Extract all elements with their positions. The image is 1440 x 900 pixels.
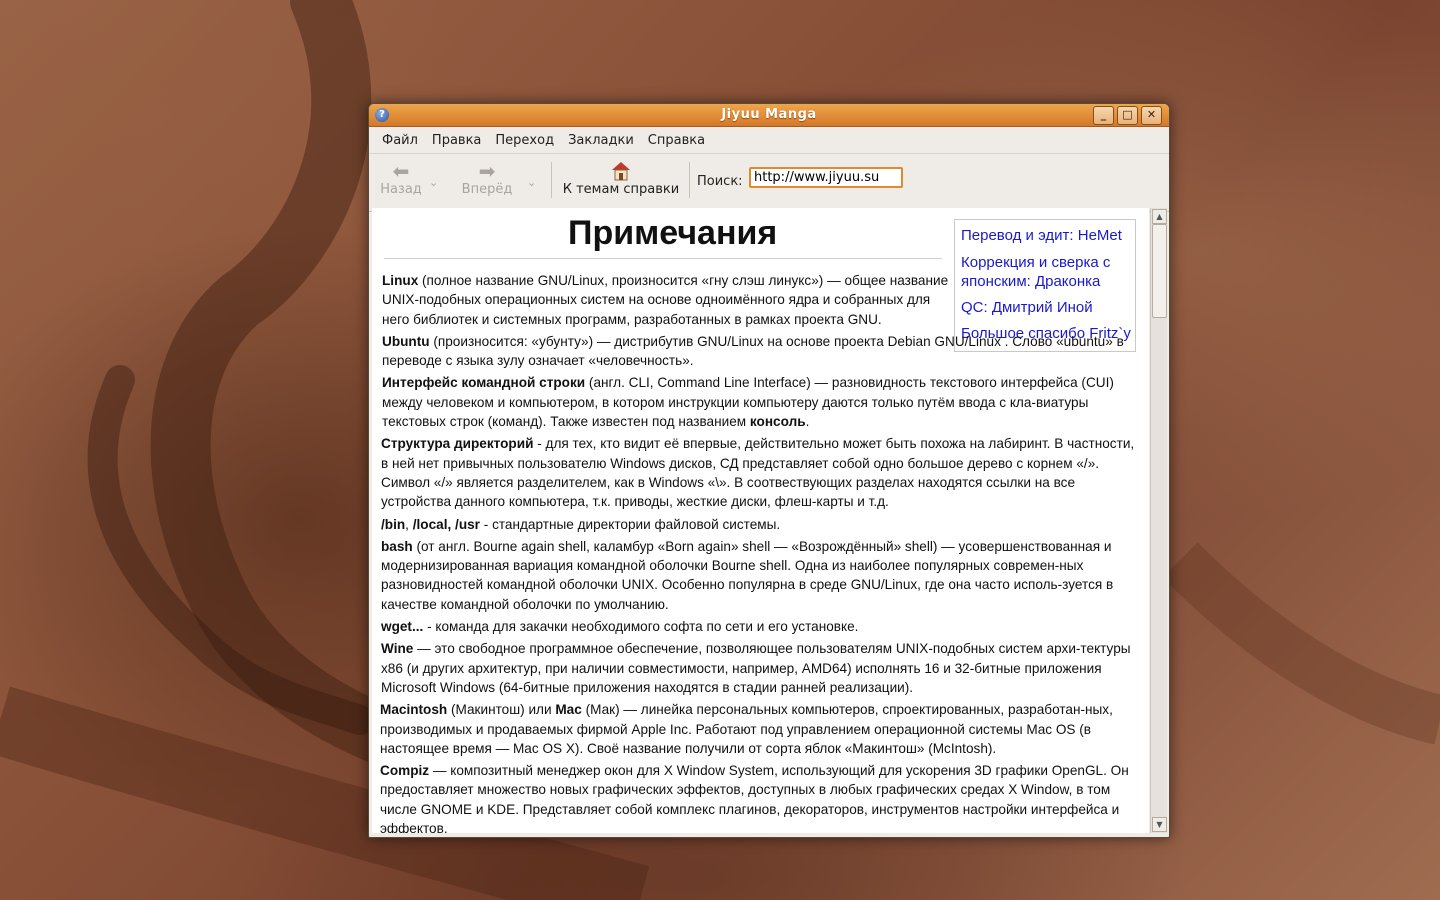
forward-button[interactable]: ➡ Вперёд [461,160,513,197]
scroll-down-arrow-icon[interactable]: ▼ [1152,817,1167,832]
note-text: (Макинтош) или [447,702,556,718]
note-text: - стандартные директории файловой систем… [479,516,781,532]
search-input[interactable] [749,167,903,188]
minimize-button[interactable]: _ [1093,106,1114,125]
help-browser-window: ? Jiyuu Manga _ □ ✕ Файл Правка Переход … [368,103,1170,838]
note-term: bash [381,538,413,554]
credit-line: Перевод и эдит: HeMet [961,227,1122,244]
notes-article: Linux (полное название GNU/Linux, произн… [380,271,1142,833]
note-entry: Интерфейс командной строки (англ. CLI, C… [382,373,1122,431]
note-text: — это свободное программное обеспечение,… [381,641,1131,695]
back-arrow-icon: ⬅ [392,159,410,183]
note-term: Compiz [380,763,430,779]
window-title: Jiyuu Manga [721,107,817,122]
note-term: консоль [749,414,806,430]
toolbar-separator [551,162,552,198]
note-text: — композитный менеджер окон для X Window… [380,763,1129,833]
page-title: Примечания [568,214,778,252]
menu-bookmarks[interactable]: Закладки [561,133,641,148]
note-entry: bash (от англ. Bourne again shell, калам… [381,537,1141,614]
forward-label: Вперёд [461,182,513,197]
menu-help[interactable]: Справка [641,133,712,148]
maximize-button[interactable]: □ [1117,106,1138,125]
close-button[interactable]: ✕ [1141,106,1162,125]
back-button[interactable]: ⬅ Назад [377,160,425,197]
search-label: Поиск: [697,174,743,189]
menu-go[interactable]: Переход [488,133,561,148]
title-bar[interactable]: ? Jiyuu Manga _ □ ✕ [369,104,1169,127]
note-term: wget... [381,619,424,635]
back-history-dropdown[interactable]: ⌄ [429,176,438,189]
note-term: /bin [381,516,406,532]
home-button[interactable]: К темам справки [561,160,681,197]
scroll-thumb[interactable] [1152,224,1167,318]
note-entry: Linux (полное название GNU/Linux, произн… [382,271,952,329]
note-text: (произносится: «убунту») — дистрибутив G… [382,333,1124,369]
forward-arrow-icon: ➡ [478,159,496,183]
back-label: Назад [380,182,422,197]
vertical-scrollbar[interactable]: ▲ ▼ [1150,208,1167,833]
note-entry: Macintosh (Макинтош) или Mac (Мак) — лин… [380,700,1140,758]
scroll-up-arrow-icon[interactable]: ▲ [1152,209,1167,224]
note-term: Ubuntu [382,333,430,349]
note-text: . [805,414,810,430]
note-term: Mac [555,702,582,718]
note-entry: Wine — это свободное программное обеспеч… [381,639,1141,697]
menu-edit[interactable]: Правка [425,133,488,148]
note-term: Macintosh [380,702,448,718]
menu-file[interactable]: Файл [375,133,425,148]
credit-line: Коррекция и сверка с [961,254,1111,271]
note-entry: Compiz — композитный менеджер окон для X… [380,761,1140,833]
help-content: Примечания Перевод и эдит: HeMet Коррекц… [372,208,1149,833]
note-text: , [405,516,413,532]
note-entry: Структура директорий - для тех, кто види… [381,434,1141,511]
note-term: Wine [381,641,414,657]
home-label: К темам справки [562,182,680,197]
note-text: (полное название GNU/Linux, произносится… [382,273,949,327]
note-term: Структура директорий [381,436,534,452]
title-divider [384,258,942,259]
note-term: Linux [382,273,419,288]
menu-bar: Файл Правка Переход Закладки Справка [369,127,1169,154]
note-entry: Ubuntu (произносится: «убунту») — дистри… [382,332,1142,371]
note-entry: /bin, /local, /usr - стандартные директо… [381,515,1141,534]
toolbar-separator [689,162,690,198]
note-entry: wget... - команда для закачки необходимо… [381,617,1141,636]
home-icon [561,160,681,182]
note-text: - команда для закачки необходимого софта… [423,619,859,635]
note-text: (от англ. Bourne again shell, каламбур «… [381,538,1114,612]
forward-history-dropdown[interactable]: ⌄ [527,176,536,189]
note-term: /local, /usr [412,516,480,532]
note-term: Интерфейс командной строки [382,375,586,391]
